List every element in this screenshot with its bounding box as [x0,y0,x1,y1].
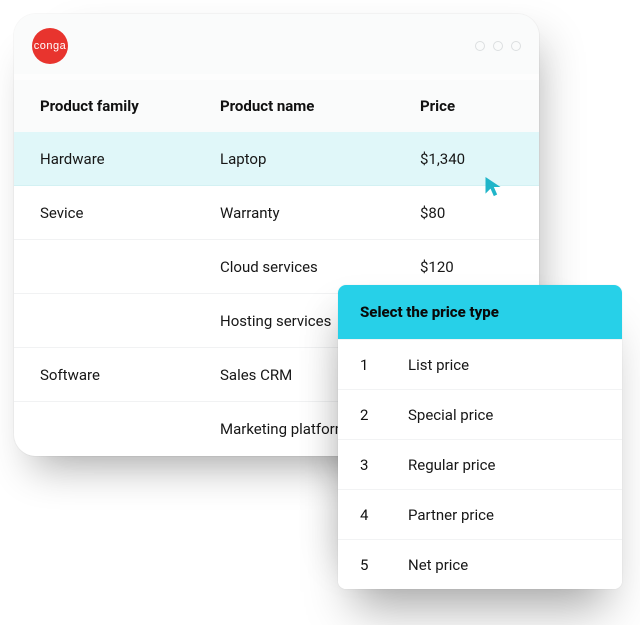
option-label: Net price [408,556,600,574]
col-header-product-name: Product name [220,97,420,115]
option-index: 2 [360,406,408,424]
option-index: 1 [360,356,408,374]
price-type-option[interactable]: 1 List price [338,339,622,389]
option-label: Regular price [408,456,600,474]
table-row[interactable]: Hardware Laptop $1,340 [14,132,539,186]
cell-product-name: Laptop [220,150,420,168]
table-header-row: Product family Product name Price [14,80,539,132]
option-label: List price [408,356,600,374]
brand-name: conga [34,40,66,52]
cell-product-family: Sevice [40,204,220,222]
window-dot-icon[interactable] [511,41,521,51]
window-dot-icon[interactable] [475,41,485,51]
brand-logo: conga [32,28,68,64]
option-label: Partner price [408,506,600,524]
window-header: conga [14,14,539,74]
cell-price: $1,340 [420,150,513,168]
option-index: 3 [360,456,408,474]
cell-product-name: Warranty [220,204,420,222]
price-type-popup: Select the price type 1 List price 2 Spe… [338,285,622,589]
col-header-price: Price [420,97,513,115]
option-label: Special price [408,406,600,424]
cell-product-family: Hardware [40,150,220,168]
price-type-option[interactable]: 3 Regular price [338,439,622,489]
cell-product-name: Cloud services [220,258,420,276]
cell-product-family: Software [40,366,220,384]
option-index: 4 [360,506,408,524]
table-row[interactable]: Sevice Warranty $80 [14,186,539,240]
col-header-product-family: Product family [40,97,220,115]
price-type-popup-title: Select the price type [338,285,622,339]
price-type-option[interactable]: 5 Net price [338,539,622,589]
window-dot-icon[interactable] [493,41,503,51]
cell-price: $80 [420,204,513,222]
option-index: 5 [360,556,408,574]
price-type-option[interactable]: 4 Partner price [338,489,622,539]
cell-price: $120 [420,258,513,276]
window-controls [475,41,521,51]
price-type-option[interactable]: 2 Special price [338,389,622,439]
